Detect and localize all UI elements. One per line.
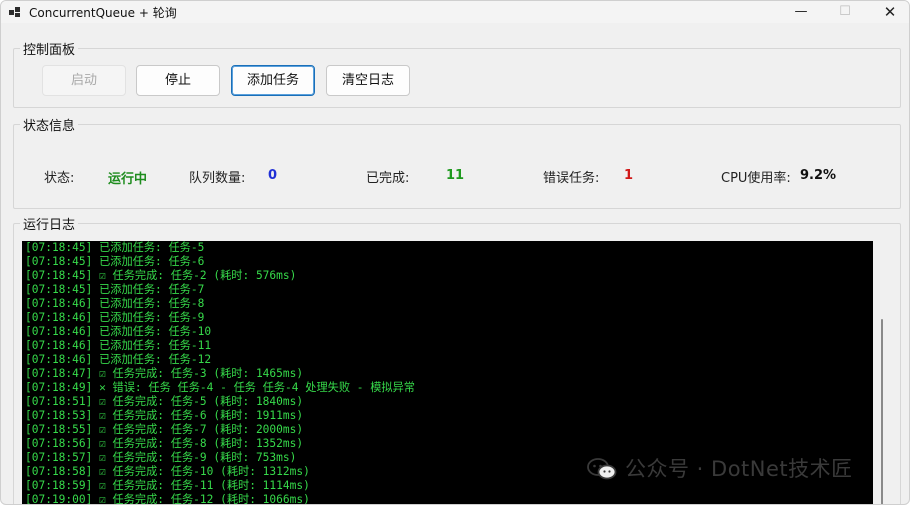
- log-line-error: [07:18:49] ✕ 错误: 任务 任务-4 - 任务 任务-4 处理失败 …: [25, 381, 415, 394]
- add-task-button[interactable]: 添加任务: [231, 65, 315, 96]
- state-label: 状态:: [44, 171, 75, 186]
- log-line: [07:18:55] ☑ 任务完成: 任务-7 (耗时: 2000ms): [25, 423, 304, 436]
- log-line: [07:18:46] 已添加任务: 任务-10: [25, 325, 212, 338]
- log-line: [07:18:46] 已添加任务: 任务-8: [25, 297, 205, 310]
- queue-count-value: 0: [268, 168, 278, 183]
- log-line: [07:18:46] 已添加任务: 任务-11: [25, 339, 212, 352]
- completed-label: 已完成:: [366, 171, 410, 186]
- app-window: ConcurrentQueue + 轮询 — ☐ ✕ 控制面板 启动 停止 添加…: [0, 0, 910, 505]
- log-line: [07:18:45] 已添加任务: 任务-6: [25, 255, 205, 268]
- wechat-icon: [587, 458, 617, 480]
- log-line: [07:18:56] ☑ 任务完成: 任务-8 (耗时: 1352ms): [25, 437, 304, 450]
- stop-button[interactable]: 停止: [136, 65, 220, 96]
- app-icon: [9, 7, 20, 17]
- maximize-button[interactable]: ☐: [822, 1, 868, 23]
- state-value: 运行中: [108, 172, 148, 187]
- cpu-usage-value: 9.2%: [800, 168, 837, 183]
- log-line: [07:18:45] 已添加任务: 任务-5: [25, 241, 205, 254]
- log-line: [07:18:51] ☑ 任务完成: 任务-5 (耗时: 1840ms): [25, 395, 304, 408]
- cpu-usage-label: CPU使用率:: [721, 171, 791, 186]
- log-line: [07:18:46] 已添加任务: 任务-12: [25, 353, 212, 366]
- clear-log-button[interactable]: 清空日志: [326, 65, 410, 96]
- log-line: [07:18:45] ☑ 任务完成: 任务-2 (耗时: 576ms): [25, 269, 297, 282]
- log-scrollbar-thumb[interactable]: [881, 319, 883, 504]
- queue-count-label: 队列数量:: [189, 171, 246, 186]
- completed-value: 11: [446, 168, 465, 183]
- minimize-button[interactable]: —: [778, 1, 824, 23]
- log-line: [07:18:53] ☑ 任务完成: 任务-6 (耗时: 1911ms): [25, 409, 304, 422]
- start-button[interactable]: 启动: [42, 65, 126, 96]
- watermark: 公众号 · DotNet技术匠: [587, 453, 853, 483]
- control-panel-title: 控制面板: [20, 39, 79, 58]
- window-title: ConcurrentQueue + 轮询: [29, 6, 177, 20]
- watermark-text: 公众号 · DotNet技术匠: [625, 457, 853, 481]
- title-bar: ConcurrentQueue + 轮询 — ☐ ✕: [1, 1, 909, 23]
- error-tasks-value: 1: [624, 168, 634, 183]
- status-group-title: 状态信息: [20, 115, 79, 134]
- log-line: [07:18:47] ☑ 任务完成: 任务-3 (耗时: 1465ms): [25, 367, 304, 380]
- error-tasks-label: 错误任务:: [543, 171, 600, 186]
- log-line: [07:18:45] 已添加任务: 任务-7: [25, 283, 205, 296]
- log-group-title: 运行日志: [20, 214, 79, 233]
- log-line: [07:19:00] ☑ 任务完成: 任务-12 (耗时: 1066ms): [25, 493, 310, 505]
- log-line: [07:18:46] 已添加任务: 任务-9: [25, 311, 205, 324]
- close-button[interactable]: ✕: [867, 1, 909, 23]
